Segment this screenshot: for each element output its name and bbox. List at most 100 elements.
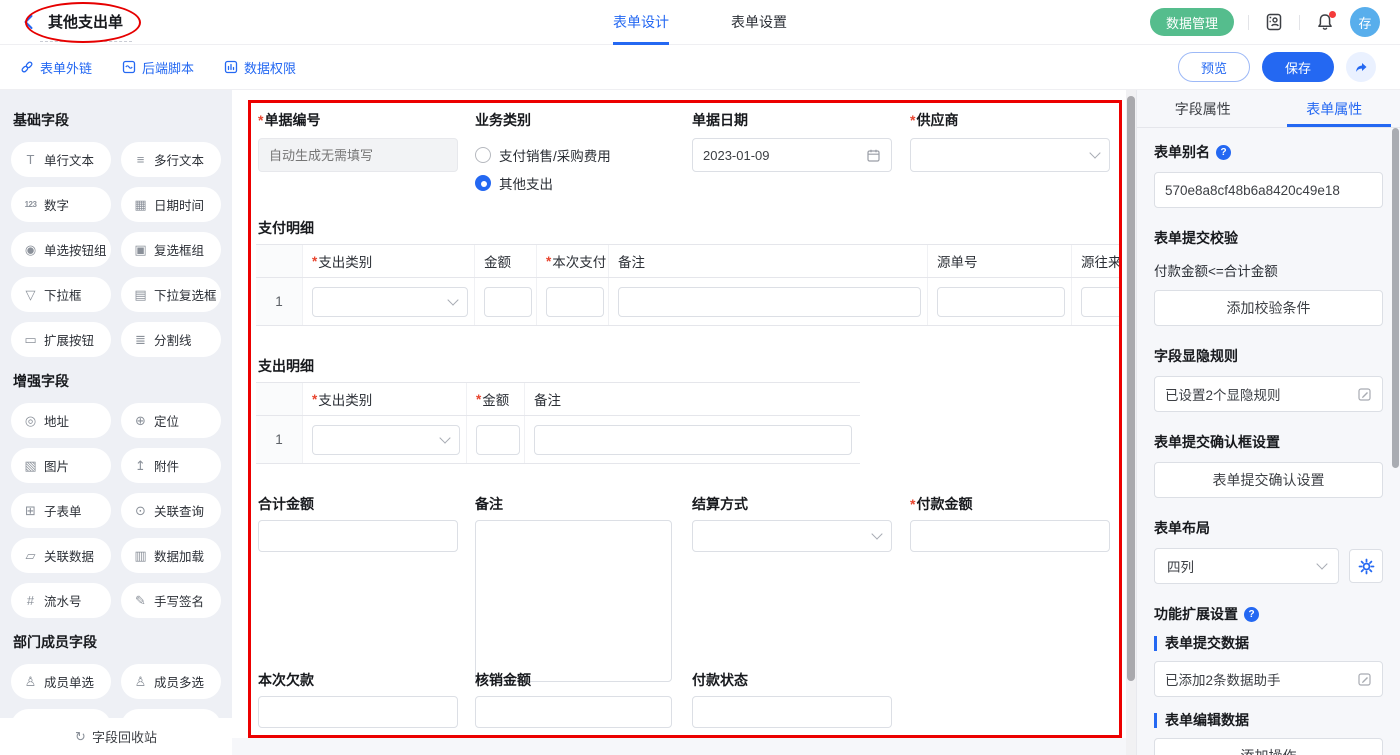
field-item-data-load[interactable]: ▥数据加载 xyxy=(121,538,221,573)
arrears-input[interactable] xyxy=(258,696,458,728)
field-item-extend-button[interactable]: ▭扩展按钮 xyxy=(11,322,111,357)
field-item-radio-group[interactable]: ◉单选按钮组 xyxy=(11,232,111,267)
visibility-rules-box[interactable]: 已设置2个显隐规则 xyxy=(1154,376,1383,412)
contacts-icon[interactable] xyxy=(1263,11,1285,33)
biz-type-option-1[interactable]: 支付销售/采购费用 xyxy=(475,145,611,165)
pay-detail-header: *支出类别 金额 *本次支付 备注 源单号 源往来 xyxy=(256,244,1119,278)
biz-type-option-2[interactable]: 其他支出 xyxy=(475,173,553,193)
tab-form-design[interactable]: 表单设计 xyxy=(613,0,669,45)
pay-status-input[interactable] xyxy=(692,696,892,728)
scrollbar-thumb[interactable] xyxy=(1127,96,1135,681)
expense-category-select[interactable] xyxy=(312,425,460,455)
pay-amount-input[interactable] xyxy=(910,520,1110,552)
settle-method-select[interactable] xyxy=(692,520,892,552)
share-button[interactable] xyxy=(1346,52,1376,82)
field-item-member-single[interactable]: ♙成员单选 xyxy=(11,664,111,699)
edit-icon[interactable] xyxy=(1357,672,1372,687)
radio-unchecked-icon[interactable] xyxy=(475,147,491,163)
divider xyxy=(1248,15,1249,30)
submit-confirm-button[interactable]: 表单提交确认设置 xyxy=(1154,462,1383,498)
field-item-datetime[interactable]: ▦日期时间 xyxy=(121,187,221,222)
field-item-number[interactable]: 123数字 xyxy=(11,187,111,222)
back-icon[interactable] xyxy=(20,13,38,31)
add-check-condition-button[interactable]: 添加校验条件 xyxy=(1154,290,1383,326)
field-item-image[interactable]: ▧图片 xyxy=(11,448,111,483)
remark-input[interactable] xyxy=(534,425,852,455)
people-icon: ♙ xyxy=(132,674,149,690)
remark-label: 备注 xyxy=(475,494,503,514)
edit-data-add-button[interactable]: 添加操作 xyxy=(1154,738,1383,755)
col-row-number xyxy=(256,383,303,415)
field-item-divider[interactable]: ≣分割线 xyxy=(121,322,221,357)
scrollbar-thumb[interactable] xyxy=(1392,128,1399,468)
total-amount-input[interactable] xyxy=(258,520,458,552)
help-icon[interactable]: ? xyxy=(1216,145,1231,160)
bar-chart-icon: ▥ xyxy=(132,548,149,564)
doc-date-label: 单据日期 xyxy=(692,110,748,130)
field-item-member-multi[interactable]: ♙成员多选 xyxy=(121,664,221,699)
field-item-dropdown[interactable]: ▽下拉框 xyxy=(11,277,111,312)
amount-input[interactable] xyxy=(484,287,532,317)
source-doc-input[interactable] xyxy=(937,287,1065,317)
source-partner-input[interactable] xyxy=(1081,287,1119,317)
data-manage-button[interactable]: 数据管理 xyxy=(1150,8,1234,36)
remark-textarea[interactable] xyxy=(475,520,672,682)
form-designer-app: 其他支出单 表单设计 表单设置 数据管理 xyxy=(0,0,1400,755)
preview-button[interactable]: 预览 xyxy=(1178,52,1250,82)
tab-field-properties[interactable]: 字段属性 xyxy=(1137,90,1269,127)
share-arrow-icon xyxy=(1353,59,1369,75)
field-item-multi-text[interactable]: ≡多行文本 xyxy=(121,142,221,177)
pay-status-label: 付款状态 xyxy=(692,670,748,690)
help-icon[interactable]: ? xyxy=(1244,607,1259,622)
submit-data-box[interactable]: 已添加2条数据助手 xyxy=(1154,661,1383,697)
notification-bell-icon[interactable] xyxy=(1314,11,1336,33)
field-recycle-bin[interactable]: ↻ 字段回收站 xyxy=(0,718,232,755)
this-payment-input[interactable] xyxy=(546,287,604,317)
location-pin-icon: ◎ xyxy=(22,413,39,429)
doc-no-input[interactable] xyxy=(258,138,458,172)
person-icon: ♙ xyxy=(22,674,39,690)
field-item-multi-dropdown[interactable]: ▤下拉复选框 xyxy=(121,277,221,312)
title-dashed-underline xyxy=(40,41,132,42)
basic-fields-grid: T单行文本 ≡多行文本 123数字 ▦日期时间 ◉单选按钮组 ▣复选框组 ▽下拉… xyxy=(11,142,221,357)
form-external-link[interactable]: 表单外链 xyxy=(20,58,92,77)
field-item-attachment[interactable]: ↥附件 xyxy=(121,448,221,483)
total-amount-label: 合计金额 xyxy=(258,494,314,514)
field-item-subform[interactable]: ⊞子表单 xyxy=(11,493,111,528)
supplier-select[interactable] xyxy=(910,138,1110,172)
field-item-related-data[interactable]: ▱关联数据 xyxy=(11,538,111,573)
edit-icon[interactable] xyxy=(1357,387,1372,402)
query-icon: ⊙ xyxy=(132,503,149,519)
form-layout-select[interactable]: 四列 xyxy=(1154,548,1339,584)
save-button[interactable]: 保存 xyxy=(1262,52,1334,82)
pay-detail-title: 支付明细 xyxy=(258,218,314,238)
avatar[interactable]: 存 xyxy=(1350,7,1380,37)
radio-checked-icon[interactable] xyxy=(475,175,491,191)
backend-script-link[interactable]: 后端脚本 xyxy=(122,58,194,77)
canvas-scrollbar[interactable] xyxy=(1126,90,1136,755)
field-item-single-text[interactable]: T单行文本 xyxy=(11,142,111,177)
field-item-checkbox-group[interactable]: ▣复选框组 xyxy=(121,232,221,267)
doc-date-input[interactable]: 2023-01-09 xyxy=(692,138,892,172)
field-item-address[interactable]: ◎地址 xyxy=(11,403,111,438)
canvas-bottom-gutter xyxy=(232,738,1126,755)
multi-dropdown-icon: ▤ xyxy=(132,287,149,303)
data-permission-link[interactable]: 数据权限 xyxy=(224,58,296,77)
button-icon: ▭ xyxy=(22,332,39,348)
form-alias-input[interactable] xyxy=(1154,172,1383,208)
layout-settings-button[interactable] xyxy=(1349,549,1383,583)
col-this-payment: *本次支付 xyxy=(537,245,609,277)
remark-input[interactable] xyxy=(618,287,921,317)
writeoff-input[interactable] xyxy=(475,696,672,728)
tab-form-properties[interactable]: 表单属性 xyxy=(1269,90,1400,127)
row-number: 1 xyxy=(256,278,303,325)
panel-scrollbar[interactable] xyxy=(1392,128,1399,748)
field-item-serial-number[interactable]: #流水号 xyxy=(11,583,111,618)
field-item-positioning[interactable]: ⊕定位 xyxy=(121,403,221,438)
field-item-signature[interactable]: ✎手写签名 xyxy=(121,583,221,618)
amount-input[interactable] xyxy=(476,425,520,455)
toolbar-actions: 预览 保存 xyxy=(1178,52,1376,82)
expense-category-select[interactable] xyxy=(312,287,468,317)
tab-form-settings[interactable]: 表单设置 xyxy=(731,0,787,45)
field-item-related-query[interactable]: ⊙关联查询 xyxy=(121,493,221,528)
